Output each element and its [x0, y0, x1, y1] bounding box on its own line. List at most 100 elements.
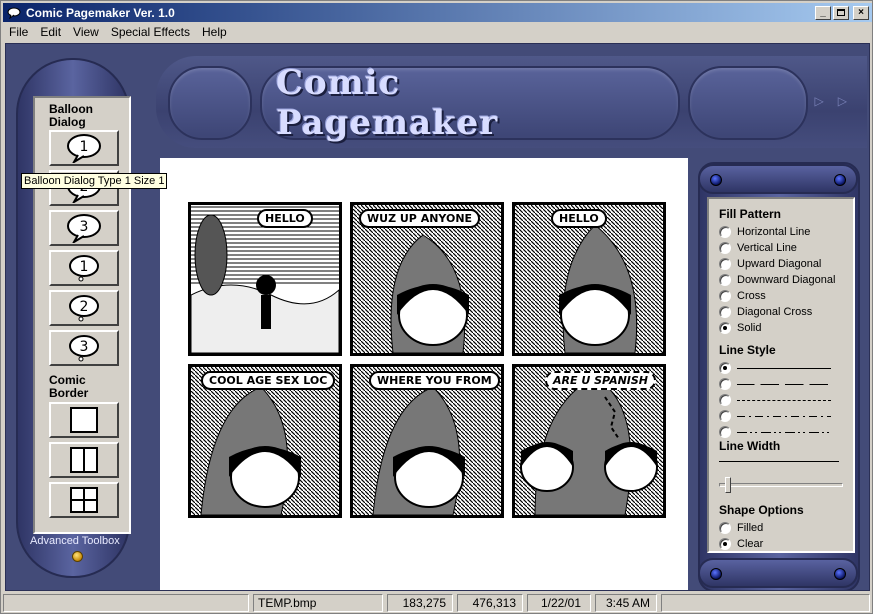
line-width-heading: Line Width [719, 439, 781, 453]
radio-circle[interactable] [719, 322, 731, 334]
fill-upward-diagonal-radio[interactable]: Upward Diagonal [719, 257, 821, 271]
radio-circle[interactable] [719, 362, 731, 374]
comic-panel-5[interactable]: WHERE YOU FROM [350, 364, 504, 518]
comic-panel-1[interactable]: HELLO [188, 202, 342, 356]
radio-circle[interactable] [719, 378, 731, 390]
bolt-icon [710, 568, 722, 580]
minimize-button[interactable]: _ [815, 5, 831, 20]
radio-circle[interactable] [719, 242, 731, 254]
balloon-thought-2-button[interactable]: 2 [49, 290, 119, 326]
slider-thumb[interactable] [725, 477, 731, 493]
line-style-heading: Line Style [719, 343, 776, 357]
status-date: 1/22/01 [527, 594, 591, 612]
shape-clear-radio[interactable]: Clear [719, 537, 763, 551]
radio-label: Diagonal Cross [737, 306, 813, 318]
bolt-icon [834, 568, 846, 580]
fill-diagonal-cross-radio[interactable]: Diagonal Cross [719, 305, 812, 319]
main-window: Comic Pagemaker Ver. 1.0 _ × File Edit V… [0, 0, 873, 614]
comic-canvas[interactable]: HELLO WUZ UP ANYONE HELLO COOL AGE SEX L… [160, 158, 688, 590]
menu-special-effects[interactable]: Special Effects [105, 23, 196, 42]
speech-balloon-icon: 1 [67, 134, 101, 163]
banner-right-lens [688, 66, 808, 140]
line-dash-dot-icon [737, 415, 831, 417]
radio-circle[interactable] [719, 274, 731, 286]
line-style-long-dash-radio[interactable] [719, 377, 831, 391]
header-banner: Comic Pagemaker ▷▷ [156, 56, 867, 148]
advanced-toolbox-label[interactable]: Advanced Toolbox [30, 535, 120, 547]
menu-help[interactable]: Help [196, 23, 233, 42]
radio-label: Horizontal Line [737, 226, 811, 238]
radio-circle[interactable] [719, 426, 731, 438]
radio-circle[interactable] [719, 290, 731, 302]
right-toolbox-top-cap [698, 164, 858, 194]
comic-panel-6[interactable]: ARE U SPANISH [512, 364, 666, 518]
radio-label: Downward Diagonal [737, 274, 836, 286]
shape-filled-radio[interactable]: Filled [719, 521, 763, 535]
thought-balloon-icon: 1 [69, 255, 99, 282]
fill-solid-radio[interactable]: Solid [719, 321, 761, 335]
maximize-icon [837, 9, 845, 16]
panel-2-balloon[interactable]: WUZ UP ANYONE [359, 209, 481, 228]
panel-4-balloon[interactable]: COOL AGE SEX LOC [201, 371, 336, 390]
radio-circle[interactable] [719, 258, 731, 270]
single-frame-icon [70, 407, 98, 433]
comic-panel-4[interactable]: COOL AGE SEX LOC [188, 364, 342, 518]
panel-5-balloon[interactable]: WHERE YOU FROM [369, 371, 500, 390]
bolt-icon [834, 174, 846, 186]
shape-options-heading: Shape Options [719, 503, 804, 517]
panel-1-balloon[interactable]: HELLO [257, 209, 313, 228]
menu-bar: File Edit View Special Effects Help [3, 23, 872, 42]
radio-label: Vertical Line [737, 242, 797, 254]
banner-title: Comic Pagemaker [276, 63, 499, 143]
radio-circle[interactable] [719, 410, 731, 422]
radio-circle[interactable] [719, 394, 731, 406]
border-single-button[interactable] [49, 402, 119, 438]
border-two-column-button[interactable] [49, 442, 119, 478]
four-grid-frame-icon [70, 487, 98, 513]
menu-file[interactable]: File [3, 23, 34, 42]
line-width-slider[interactable] [719, 477, 843, 493]
comic-panel-3[interactable]: HELLO [512, 202, 666, 356]
close-button[interactable]: × [853, 5, 869, 20]
line-style-solid-radio[interactable] [719, 361, 831, 375]
status-filename: TEMP.bmp [253, 594, 383, 612]
fill-horizontal-line-radio[interactable]: Horizontal Line [719, 225, 810, 239]
line-width-preview [719, 461, 839, 462]
line-dash-icon [737, 399, 831, 401]
border-four-grid-button[interactable] [49, 482, 119, 518]
fill-vertical-line-radio[interactable]: Vertical Line [719, 241, 797, 255]
balloon-thought-1-button[interactable]: 1 [49, 250, 119, 286]
radio-circle[interactable] [719, 538, 731, 550]
fill-cross-radio[interactable]: Cross [719, 289, 766, 303]
svg-text:1: 1 [80, 139, 89, 155]
radio-circle[interactable] [719, 306, 731, 318]
menu-edit[interactable]: Edit [34, 23, 67, 42]
fill-downward-diagonal-radio[interactable]: Downward Diagonal [719, 273, 835, 287]
thought-balloon-icon: 3 [69, 335, 99, 362]
minimize-icon: _ [820, 6, 826, 18]
toolbox-status-led-icon [72, 551, 83, 562]
line-style-dash-radio[interactable] [719, 393, 831, 407]
radio-circle[interactable] [719, 522, 731, 534]
comic-panel-2[interactable]: WUZ UP ANYONE [350, 202, 504, 356]
two-column-frame-icon [70, 447, 98, 473]
menu-view[interactable]: View [67, 23, 105, 42]
radio-circle[interactable] [719, 226, 731, 238]
panel-3-balloon[interactable]: HELLO [551, 209, 607, 228]
balloon-speech-3-button[interactable]: 3 [49, 210, 119, 246]
svg-text:2: 2 [80, 299, 89, 315]
slider-track [719, 483, 843, 487]
svg-text:1: 1 [80, 259, 89, 275]
line-long-dash-icon [737, 383, 831, 385]
status-bar: TEMP.bmp 183,275 476,313 1/22/01 3:45 AM [3, 593, 872, 613]
balloon-thought-3-button[interactable]: 3 [49, 330, 119, 366]
panel-6-balloon[interactable]: ARE U SPANISH [545, 371, 657, 390]
line-style-dash-dot-radio[interactable] [719, 409, 831, 423]
speech-balloon-app-icon [6, 6, 22, 20]
status-coord-2: 476,313 [457, 594, 523, 612]
title-bar[interactable]: Comic Pagemaker Ver. 1.0 _ × [3, 3, 872, 22]
line-style-dash-dot-dot-radio[interactable] [719, 425, 831, 439]
maximize-button[interactable] [833, 5, 849, 20]
balloon-speech-1-button[interactable]: 1 [49, 130, 119, 166]
radio-label: Filled [737, 522, 764, 534]
